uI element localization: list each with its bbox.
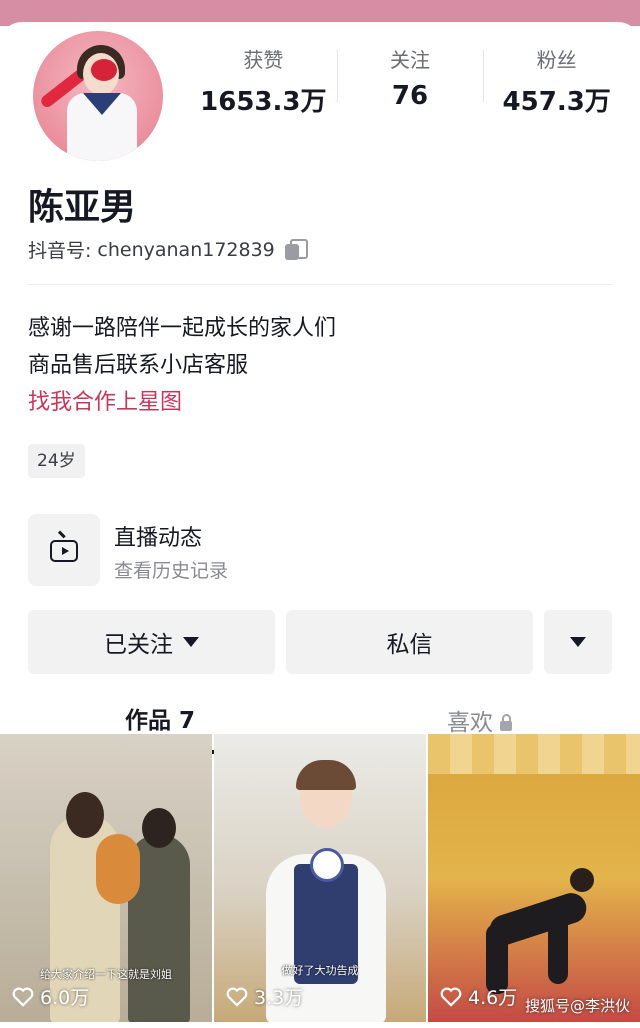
stat-value: 76 xyxy=(391,81,429,111)
followed-label: 已关注 xyxy=(104,632,173,658)
figure-head-shape xyxy=(66,792,104,838)
heart-icon xyxy=(440,987,462,1007)
divider xyxy=(28,284,612,285)
stat-followers[interactable]: 粉丝 457.3万 xyxy=(483,42,630,132)
figure-hair-shape xyxy=(296,760,356,790)
live-history-entry[interactable]: 直播动态 查看历史记录 xyxy=(28,492,612,586)
account-id-value: chenyanan172839 xyxy=(97,238,275,261)
account-id-label: 抖音号: xyxy=(28,240,92,262)
video-thumbnail[interactable]: 4.6万 xyxy=(428,734,640,1022)
figure-head-shape xyxy=(142,808,176,848)
video-grid: 给大家介绍一下这就是刘姐 6.0万 做好了大功告成 3.3万 4.6万 搜狐号@… xyxy=(0,734,640,1028)
stat-likes-received[interactable]: 获赞 1653.3万 xyxy=(190,42,337,132)
stat-value: 1653.3万 xyxy=(200,87,327,117)
account-id-row: 抖音号: chenyanan172839 xyxy=(28,236,308,263)
message-label: 私信 xyxy=(386,632,433,658)
avatar-glove-shape xyxy=(91,59,117,81)
video-caption: 做好了大功告成 xyxy=(281,964,359,977)
curtain-shape xyxy=(428,734,640,774)
live-title: 直播动态 xyxy=(114,526,203,551)
video-thumbnail[interactable]: 做好了大功告成 3.3万 xyxy=(214,734,426,1022)
age-tag: 24岁 xyxy=(28,444,85,478)
stat-label: 获赞 xyxy=(243,48,284,72)
live-subtitle: 查看历史记录 xyxy=(114,560,229,582)
heart-icon xyxy=(226,987,248,1007)
cake-shape xyxy=(310,848,344,882)
stat-following[interactable]: 关注 76 xyxy=(336,42,484,132)
caret-down-icon xyxy=(570,637,586,647)
avatar[interactable] xyxy=(30,28,166,164)
video-thumbnail[interactable]: 给大家介绍一下这就是刘姐 6.0万 xyxy=(0,734,212,1022)
message-button[interactable]: 私信 xyxy=(286,610,533,674)
copy-icon[interactable] xyxy=(284,238,308,261)
tv-icon xyxy=(50,540,78,562)
likes-count: 4.6万 xyxy=(468,987,518,1009)
profile-name: 陈亚男 xyxy=(28,187,137,228)
watermark: 搜狐号@李洪伙 xyxy=(524,997,630,1015)
heart-icon xyxy=(12,987,34,1007)
stat-value: 457.3万 xyxy=(502,87,611,117)
video-likes: 4.6万 xyxy=(440,983,517,1010)
lock-icon xyxy=(499,714,513,732)
video-caption: 给大家介绍一下这就是刘姐 xyxy=(40,968,172,981)
more-options-button[interactable] xyxy=(544,610,612,674)
likes-count: 3.3万 xyxy=(254,987,304,1009)
caret-down-icon xyxy=(183,637,199,647)
profile-stats: 获赞 1653.3万 关注 76 粉丝 457.3万 xyxy=(190,42,630,132)
bio-line: 感谢一路陪伴一起成长的家人们 xyxy=(28,316,337,341)
video-likes: 6.0万 xyxy=(12,983,89,1010)
stat-label: 粉丝 xyxy=(536,48,577,72)
yoga-figure-shape xyxy=(548,914,568,984)
likes-count: 6.0万 xyxy=(40,987,90,1009)
bouquet-shape xyxy=(96,834,140,904)
figure-head-shape xyxy=(570,868,594,892)
profile-bio: 感谢一路陪伴一起成长的家人们 商品售后联系小店客服 找我合作上星图 xyxy=(28,310,336,421)
live-icon-box xyxy=(28,514,100,586)
video-likes: 3.3万 xyxy=(226,983,303,1010)
stat-label: 关注 xyxy=(390,48,430,72)
followed-button[interactable]: 已关注 xyxy=(28,610,275,674)
bio-line: 商品售后联系小店客服 xyxy=(28,353,249,378)
cooperation-link[interactable]: 找我合作上星图 xyxy=(28,384,336,421)
